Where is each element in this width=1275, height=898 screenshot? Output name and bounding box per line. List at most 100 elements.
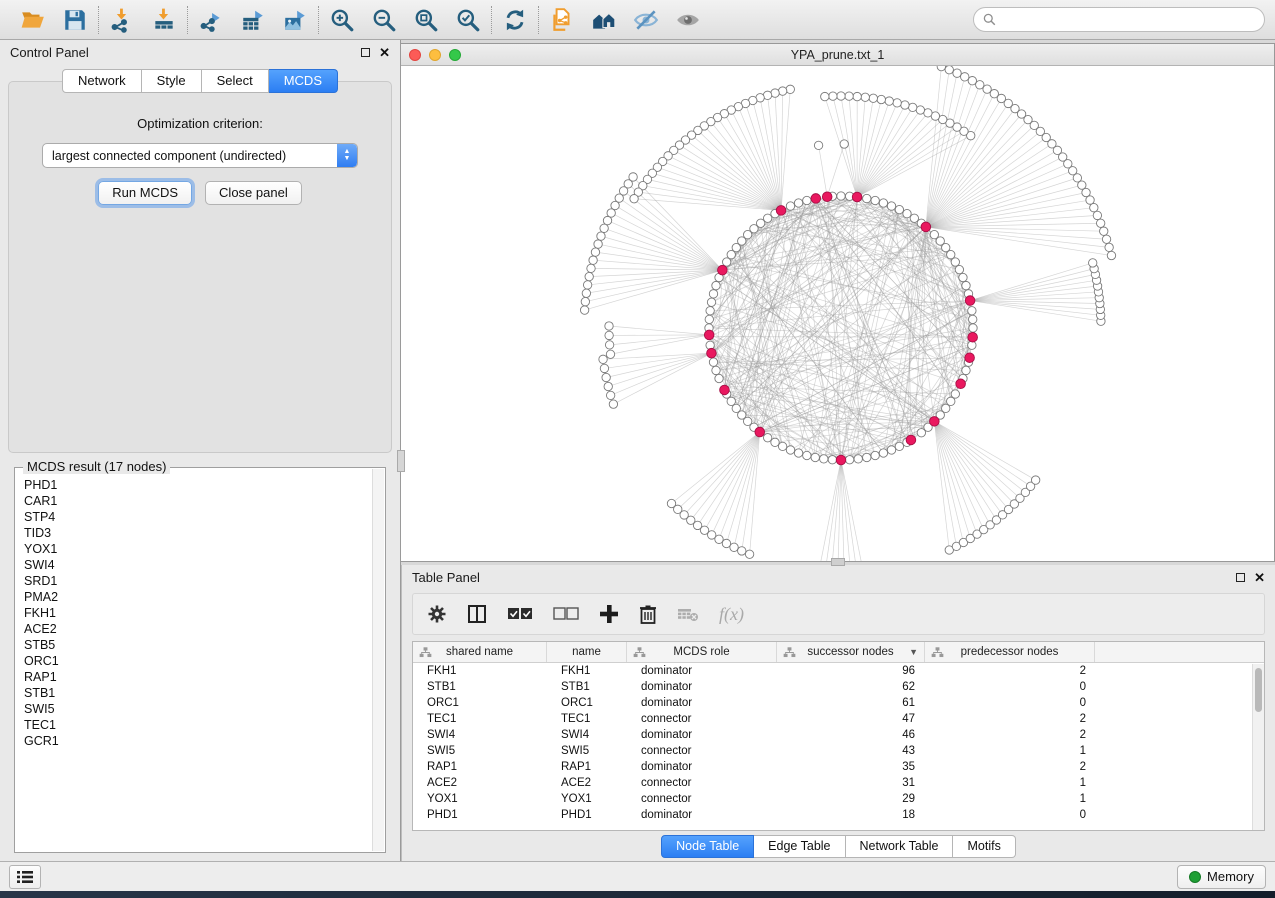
column-header-MCDS-role[interactable]: MCDS role xyxy=(627,642,777,662)
table-cell: 0 xyxy=(925,697,1095,709)
mcds-result-item[interactable]: STB5 xyxy=(24,637,372,653)
tab-style[interactable]: Style xyxy=(142,69,202,93)
search-box[interactable] xyxy=(973,7,1265,32)
select-all-icon[interactable] xyxy=(507,603,533,625)
mcds-result-item[interactable]: YOX1 xyxy=(24,541,372,557)
export-network-icon[interactable] xyxy=(198,7,224,33)
tab-node-table[interactable]: Node Table xyxy=(661,835,754,858)
table-cell: 2 xyxy=(925,665,1095,677)
export-image-icon[interactable] xyxy=(282,7,308,33)
table-row[interactable]: PHD1PHD1dominator180 xyxy=(413,807,1264,823)
mcds-result-item[interactable]: CAR1 xyxy=(24,493,372,509)
mcds-result-item[interactable]: ORC1 xyxy=(24,653,372,669)
table-tabs: Node TableEdge TableNetwork TableMotifs xyxy=(402,831,1275,861)
float-panel-icon[interactable] xyxy=(361,48,370,57)
mcds-list-scrollbar[interactable] xyxy=(372,469,384,851)
table-row[interactable]: YOX1YOX1connector291 xyxy=(413,791,1264,807)
table-cell: connector xyxy=(627,793,777,805)
tab-select[interactable]: Select xyxy=(202,69,269,93)
mcds-result-item[interactable]: TEC1 xyxy=(24,717,372,733)
export-table-icon[interactable] xyxy=(240,7,266,33)
table-row[interactable]: ACE2ACE2connector311 xyxy=(413,775,1264,791)
table-row[interactable]: SWI4SWI4dominator462 xyxy=(413,727,1264,743)
network-canvas[interactable] xyxy=(401,66,1274,561)
table-row[interactable]: RAP1RAP1dominator352 xyxy=(413,759,1264,775)
close-panel-icon[interactable]: ✕ xyxy=(379,48,390,57)
mcds-result-item[interactable]: SWI5 xyxy=(24,701,372,717)
optimization-criterion-label: Optimization criterion: xyxy=(9,116,391,131)
show-columns-icon[interactable] xyxy=(467,603,487,625)
table-row[interactable]: ORC1ORC1dominator610 xyxy=(413,695,1264,711)
window-close-traffic-light[interactable] xyxy=(409,49,421,61)
tab-network-table[interactable]: Network Table xyxy=(846,835,954,858)
add-column-icon[interactable] xyxy=(599,603,619,625)
table-row[interactable]: FKH1FKH1dominator962 xyxy=(413,663,1264,679)
app-window: Control Panel ✕ NetworkStyleSelectMCDS O… xyxy=(0,0,1275,891)
import-table-icon[interactable] xyxy=(151,7,177,33)
mcds-result-item[interactable]: SRD1 xyxy=(24,573,372,589)
task-history-button[interactable] xyxy=(9,865,41,889)
refresh-icon[interactable] xyxy=(502,7,528,33)
zoom-in-icon[interactable] xyxy=(329,7,355,33)
show-visibility-icon[interactable] xyxy=(675,7,701,33)
mcds-result-item[interactable]: TID3 xyxy=(24,525,372,541)
tab-motifs[interactable]: Motifs xyxy=(953,835,1015,858)
save-session-icon[interactable] xyxy=(62,7,88,33)
window-minimize-traffic-light[interactable] xyxy=(429,49,441,61)
mcds-result-item[interactable]: ACE2 xyxy=(24,621,372,637)
column-header-successor-nodes[interactable]: successor nodes▼ xyxy=(777,642,925,662)
divider-grip[interactable] xyxy=(831,558,845,566)
table-cell: STB1 xyxy=(413,681,547,693)
column-header-name[interactable]: name xyxy=(547,642,627,662)
column-header-predecessor-nodes[interactable]: predecessor nodes xyxy=(925,642,1095,662)
deselect-all-icon[interactable] xyxy=(553,603,579,625)
mcds-result-item[interactable]: PHD1 xyxy=(24,477,372,493)
copy-share-icon[interactable] xyxy=(549,7,575,33)
table-cell: 62 xyxy=(777,681,925,693)
panel-divider-grip[interactable] xyxy=(397,450,405,472)
open-file-icon[interactable] xyxy=(20,7,46,33)
table-row[interactable]: STB1STB1dominator620 xyxy=(413,679,1264,695)
delete-column-icon[interactable] xyxy=(639,603,657,625)
close-panel-button[interactable]: Close panel xyxy=(205,181,302,205)
mcds-result-box: MCDS result (17 nodes) PHD1CAR1STP4TID3Y… xyxy=(14,467,386,853)
mcds-result-item[interactable]: PMA2 xyxy=(24,589,372,605)
control-panel-title: Control Panel xyxy=(10,45,89,60)
search-input[interactable] xyxy=(1002,12,1255,28)
window-zoom-traffic-light[interactable] xyxy=(449,49,461,61)
mcds-result-item[interactable]: GCR1 xyxy=(24,733,372,749)
tab-edge-table[interactable]: Edge Table xyxy=(754,835,845,858)
mcds-result-item[interactable]: SWI4 xyxy=(24,557,372,573)
table-cell: 0 xyxy=(925,681,1095,693)
table-scrollbar-thumb[interactable] xyxy=(1255,668,1262,712)
table-cell: dominator xyxy=(627,729,777,741)
zoom-fit-icon[interactable] xyxy=(413,7,439,33)
memory-button[interactable]: Memory xyxy=(1177,865,1266,889)
criterion-dropdown[interactable]: largest connected component (undirected)… xyxy=(42,143,358,168)
float-table-panel-icon[interactable] xyxy=(1236,573,1245,582)
table-cell: SWI5 xyxy=(547,745,627,757)
tab-network[interactable]: Network xyxy=(62,69,142,93)
zoom-out-icon[interactable] xyxy=(371,7,397,33)
tab-mcds[interactable]: MCDS xyxy=(269,69,338,93)
mcds-result-item[interactable]: STB1 xyxy=(24,685,372,701)
table-cell: 43 xyxy=(777,745,925,757)
table-row[interactable]: TEC1TEC1connector472 xyxy=(413,711,1264,727)
table-settings-gear-icon[interactable] xyxy=(427,603,447,625)
run-mcds-button[interactable]: Run MCDS xyxy=(98,181,192,205)
table-cell: 2 xyxy=(925,761,1095,773)
column-header-shared-name[interactable]: shared name xyxy=(413,642,547,662)
mcds-result-item[interactable]: RAP1 xyxy=(24,669,372,685)
home-icon[interactable] xyxy=(591,7,617,33)
mcds-result-item[interactable]: STP4 xyxy=(24,509,372,525)
zoom-selected-icon[interactable] xyxy=(455,7,481,33)
table-cell: YOX1 xyxy=(413,793,547,805)
import-network-icon[interactable] xyxy=(109,7,135,33)
network-window-titlebar[interactable]: YPA_prune.txt_1 xyxy=(401,44,1274,66)
close-table-panel-icon[interactable]: ✕ xyxy=(1254,573,1265,582)
hide-visibility-icon[interactable] xyxy=(633,7,659,33)
horizontal-divider[interactable] xyxy=(401,562,1275,565)
table-scrollbar[interactable] xyxy=(1252,664,1264,830)
table-row[interactable]: SWI5SWI5connector431 xyxy=(413,743,1264,759)
mcds-result-item[interactable]: FKH1 xyxy=(24,605,372,621)
